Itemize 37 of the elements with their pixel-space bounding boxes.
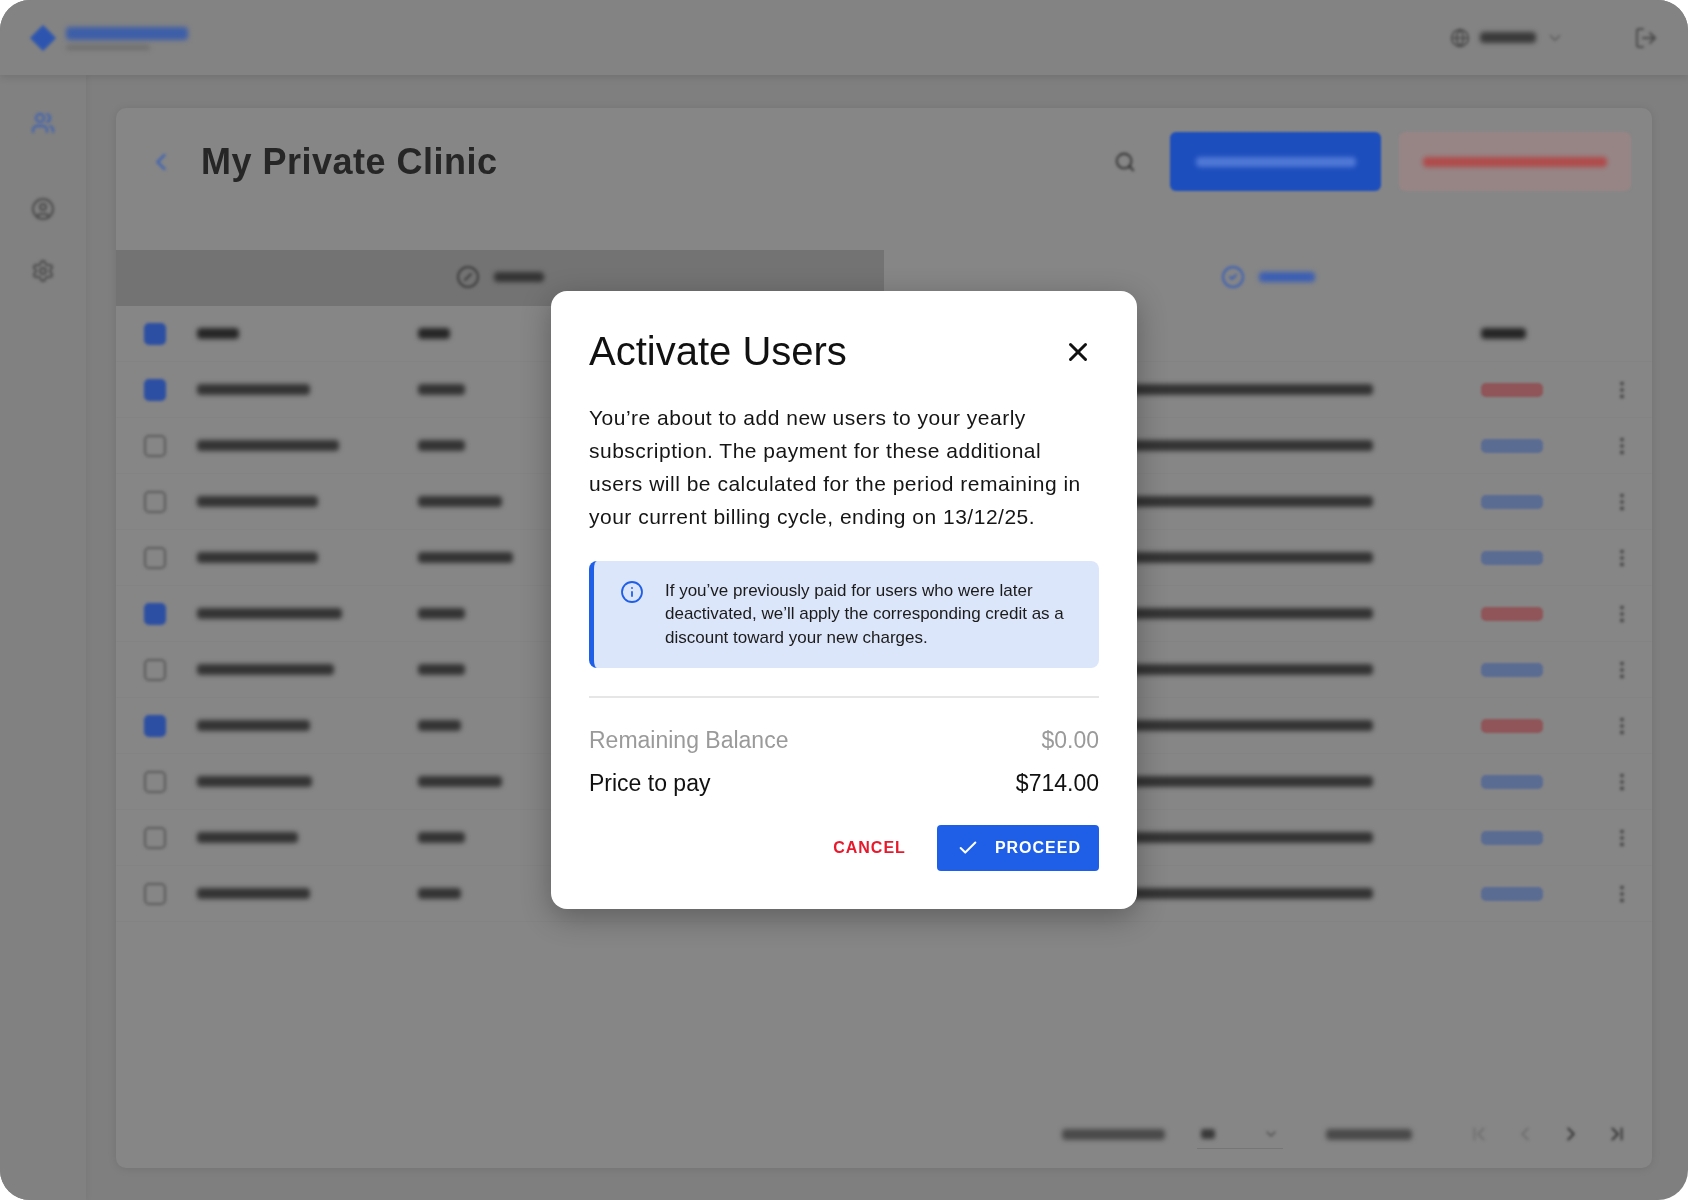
- settings-icon[interactable]: [31, 259, 55, 283]
- users-icon[interactable]: [31, 111, 55, 135]
- blurred-role: [418, 440, 465, 451]
- cancel-button[interactable]: CANCEL: [819, 825, 920, 872]
- page-title: My Private Clinic: [201, 140, 498, 183]
- action-button[interactable]: [1170, 132, 1381, 191]
- blurred-column-header: [1481, 328, 1526, 339]
- summary-label: Remaining Balance: [589, 726, 789, 754]
- row-checkbox[interactable]: [144, 714, 166, 737]
- summary-value: $714.00: [1015, 769, 1099, 797]
- select-all-checkbox[interactable]: [144, 322, 166, 345]
- blurred-role: [418, 608, 465, 619]
- summary-label: Price to pay: [589, 769, 711, 797]
- info-icon: [620, 579, 644, 604]
- blurred-column-header: [418, 328, 450, 339]
- blurred-role: [418, 720, 461, 731]
- row-checkbox[interactable]: [144, 602, 166, 625]
- blurred-role: [418, 384, 465, 395]
- summary-value: $0.00: [1041, 726, 1099, 754]
- proceed-button[interactable]: PROCEED: [936, 825, 1099, 872]
- check-circle-icon: [1221, 265, 1245, 289]
- user-circle-icon[interactable]: [31, 197, 55, 221]
- blurred-role: [418, 664, 465, 675]
- blurred-column-header: [197, 328, 239, 339]
- dialog-message: You’re about to add new users to your yearly subscription. The payment for these additional users will be calculated for the period remaining in your current billing cycle, ending on 13/12/25.: [589, 404, 1082, 530]
- globe-icon[interactable]: [1450, 27, 1470, 48]
- blurred-role: [418, 832, 465, 843]
- logo-icon: [30, 24, 56, 51]
- blurred-role: [418, 888, 461, 899]
- blurred-text: [1480, 32, 1536, 43]
- circle-slash-icon: [456, 265, 480, 289]
- danger-button[interactable]: [1399, 132, 1631, 191]
- info-note-text: If you’ve previously paid for users who were later deactivated, we’ll apply the corresponding credit as a discount toward your new charges.: [665, 579, 1065, 649]
- search-icon[interactable]: [1114, 150, 1136, 173]
- logout-icon[interactable]: [1634, 25, 1658, 50]
- dialog-title: Activate Users: [589, 329, 847, 375]
- row-checkbox[interactable]: [144, 378, 166, 401]
